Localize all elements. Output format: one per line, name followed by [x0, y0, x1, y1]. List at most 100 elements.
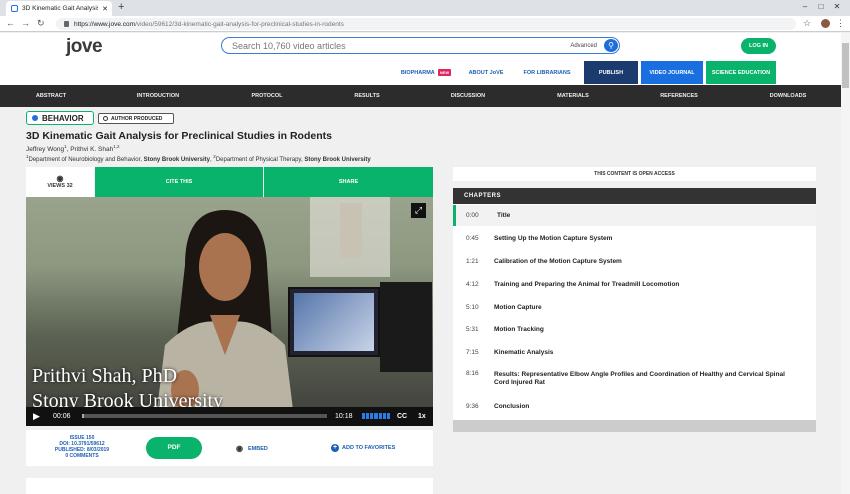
tab-abstract[interactable]: ABSTRACT — [11, 85, 91, 107]
share-tab[interactable]: SHARE — [264, 167, 433, 197]
login-button[interactable]: LOG IN — [741, 38, 776, 54]
logo-text: jove — [66, 36, 103, 57]
url-host: https://www.jove.com — [74, 20, 136, 28]
cc-button[interactable]: CC — [397, 407, 407, 426]
new-tab-icon[interactable]: + — [118, 1, 124, 13]
tab-introduction[interactable]: INTRODUCTION — [118, 85, 198, 107]
chapter-label: Motion Capture — [494, 303, 542, 311]
article-meta: ISSUE 150 DOI: 10.3791/59612 PUBLISHED: … — [42, 435, 122, 459]
tab-downloads[interactable]: DOWNLOADS — [748, 85, 828, 107]
volume-control[interactable] — [362, 413, 390, 419]
url-field[interactable]: https://www.jove.com/video/59612/3d-kine… — [56, 18, 796, 30]
jove-logo[interactable]: jove — [66, 36, 103, 58]
chapter-item[interactable]: 5:31 Motion Tracking — [453, 319, 816, 340]
tab-results[interactable]: RESULTS — [327, 85, 407, 107]
progress-fill — [82, 414, 85, 418]
nav-biopharma[interactable]: BIOPHARMA NEW — [396, 61, 456, 84]
tab-discussion[interactable]: DISCUSSION — [428, 85, 508, 107]
category-label: BEHAVIOR — [42, 113, 84, 123]
chapter-time: 0:00 — [466, 212, 479, 219]
speed-button[interactable]: 1x — [418, 407, 426, 426]
author-affil-sup: 1 — [64, 144, 67, 149]
author-link[interactable]: Prithvi K. Shah — [70, 146, 113, 153]
chapter-time: 9:36 — [466, 403, 479, 410]
chapter-time: 5:31 — [466, 326, 479, 333]
embed-label: EMBED — [247, 445, 268, 452]
search-input[interactable]: Search 10,760 video articles Advanced ⚲ — [221, 37, 620, 54]
chapter-label: Title — [497, 211, 511, 219]
search-icon[interactable]: ⚲ — [604, 39, 618, 52]
comments-count[interactable]: 0 COMMENTS — [42, 453, 122, 459]
reload-icon[interactable]: ↻ — [37, 17, 45, 30]
eye-icon: ◉ — [56, 174, 64, 183]
tab-references[interactable]: REFERENCES — [639, 85, 719, 107]
lock-icon — [64, 21, 69, 27]
chapter-item[interactable]: 7:15 Kinematic Analysis — [453, 342, 816, 363]
plus-icon: + — [331, 444, 339, 452]
advanced-search-link[interactable]: Advanced — [570, 43, 597, 49]
chapter-label: Results: Representative Elbow Angle Prof… — [494, 371, 785, 386]
chapter-time: 0:45 — [466, 235, 479, 242]
close-tab-icon[interactable]: ✕ — [102, 5, 108, 13]
chapter-time: 7:15 — [466, 349, 479, 356]
scrollbar-thumb[interactable] — [842, 43, 849, 88]
cite-this-tab[interactable]: CITE THIS — [95, 167, 263, 197]
affil-institution: Stony Brook University — [304, 157, 371, 163]
tab-materials[interactable]: MATERIALS — [533, 85, 613, 107]
nav-biopharma-label: BIOPHARMA — [400, 69, 435, 76]
back-icon[interactable]: ← — [6, 17, 15, 30]
chapter-item[interactable]: 0:45 Setting Up the Motion Capture System — [453, 228, 816, 249]
chapter-item[interactable]: 4:12 Training and Preparing the Animal fo… — [453, 274, 816, 295]
chapter-item[interactable]: 1:21 Calibration of the Motion Capture Sy… — [453, 251, 816, 272]
author-link[interactable]: Jeffrey Wong — [26, 146, 64, 153]
embed-button[interactable]: ◉ EMBED — [236, 444, 268, 453]
browser-tab[interactable]: 3D Kinematic Gait Analysis for Pr ✕ — [6, 1, 112, 16]
chapter-time: 1:21 — [466, 258, 479, 265]
views-tab[interactable]: ◉ VIEWS 32 — [26, 167, 94, 197]
nav-publish[interactable]: PUBLISH — [584, 61, 638, 84]
profile-avatar[interactable] — [821, 19, 830, 28]
browser-menu-icon[interactable]: ⋮ — [836, 17, 845, 30]
nav-for-librarians[interactable]: FOR LIBRARIANS — [516, 61, 578, 84]
close-window-icon[interactable]: ✕ — [829, 0, 845, 14]
nav-science-education[interactable]: SCIENCE EDUCATION — [706, 61, 776, 84]
nav-about-jove[interactable]: ABOUT JoVE — [462, 61, 510, 84]
add-to-favorites-button[interactable]: + ADD TO FAVORITES — [331, 444, 395, 452]
current-time: 00:06 — [53, 413, 71, 420]
chapter-item[interactable]: 9:36 Conclusion — [453, 396, 816, 417]
duration: 10:18 — [335, 413, 353, 420]
browser-tab-bar — [0, 0, 850, 16]
nav-video-journal[interactable]: VIDEO JOURNAL — [641, 61, 703, 84]
favorites-label: ADD TO FAVORITES — [342, 445, 396, 451]
category-badge[interactable]: BEHAVIOR — [26, 111, 94, 125]
new-badge: NEW — [437, 69, 452, 76]
chapters-heading: CHAPTERS — [453, 188, 816, 204]
video-monitor — [288, 287, 380, 357]
chapter-time: 5:10 — [466, 304, 479, 311]
video-caption-institution: Stony Brook University — [32, 390, 224, 407]
chapter-item[interactable]: 0:00 Title — [453, 205, 816, 226]
author-affil-sup: 1,2 — [113, 144, 120, 149]
maximize-icon[interactable]: □ — [813, 0, 829, 14]
chapter-item[interactable]: 5:10 Motion Capture — [453, 297, 816, 318]
bookmark-star-icon[interactable]: ☆ — [803, 17, 811, 30]
minimize-icon[interactable]: – — [797, 0, 813, 14]
chapter-label: Conclusion — [494, 402, 530, 410]
chapter-item[interactable]: 8:16 Results: Representative Elbow Angle … — [453, 367, 816, 391]
chapters-footer — [453, 420, 816, 432]
expand-icon[interactable]: ⤢ — [411, 203, 426, 218]
pdf-button[interactable]: PDF — [146, 437, 202, 459]
article-title: 3D Kinematic Gait Analysis for Preclinic… — [26, 130, 332, 142]
page-scrollbar[interactable] — [841, 33, 850, 494]
tab-protocol[interactable]: PROTOCOL — [227, 85, 307, 107]
progress-bar[interactable] — [82, 414, 327, 418]
forward-icon[interactable]: → — [21, 17, 30, 30]
tab-title: 3D Kinematic Gait Analysis for Pr — [22, 5, 99, 12]
chapter-label: Training and Preparing the Animal for Tr… — [494, 280, 680, 288]
play-icon[interactable]: ▶ — [33, 407, 40, 426]
content-card — [26, 478, 433, 494]
affil-dept: Department of Neurobiology and Behavior, — [28, 157, 144, 163]
eye-icon: ◉ — [236, 444, 243, 453]
category-dot-icon — [32, 115, 38, 121]
author-list: Jeffrey Wong1, Prithvi K. Shah1,2 — [26, 144, 120, 154]
